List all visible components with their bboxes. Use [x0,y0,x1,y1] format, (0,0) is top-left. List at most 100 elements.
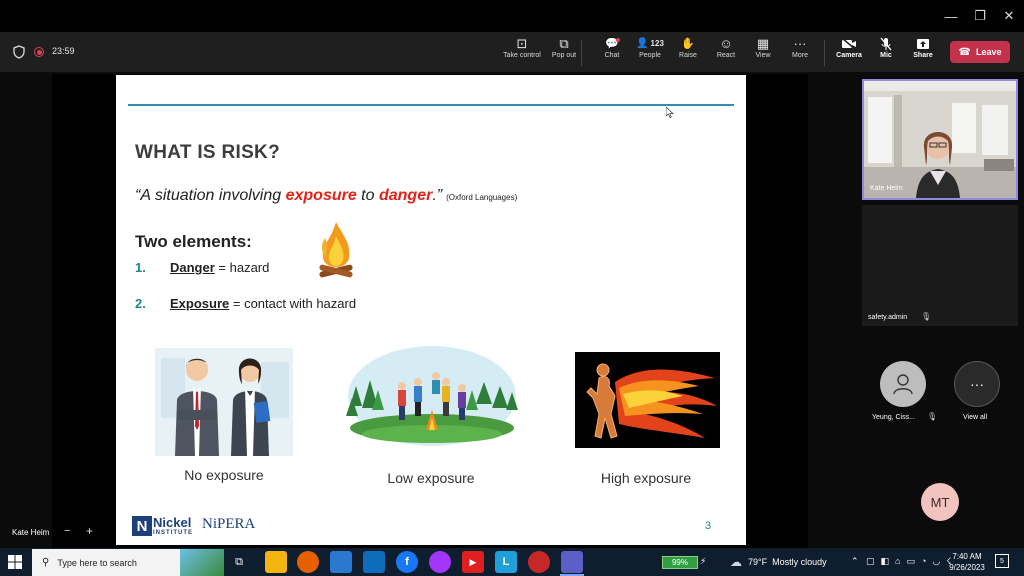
notification-count: 5 [1000,557,1004,565]
raise-hand-icon: ✋ [681,38,695,50]
nickel-institute-logo-icon: N [132,516,152,536]
person-icon [893,374,913,395]
mic-off-icon [880,35,892,52]
system-tray-icons[interactable]: ▢◧⌂▭◔◡☇ [866,556,957,567]
weather-widget[interactable]: 79°F Mostly cloudy [748,557,827,567]
battery-indicator[interactable]: 99% [662,556,698,569]
teams-icon[interactable] [561,551,583,573]
firefox-icon[interactable] [297,551,319,573]
term-exposure: Exposure [170,296,230,311]
minimize-icon[interactable]: — [941,6,961,26]
list-number: 2. [135,296,146,311]
chat-label: Chat [604,52,620,59]
messenger-icon[interactable] [429,551,451,573]
take-control-button[interactable]: ⊡ Take control [499,35,545,69]
slide-title: WHAT IS RISK? [135,142,280,163]
taskbar-search-box[interactable]: ⚲ Type here to search [32,549,224,576]
quote-source: (Oxford Languages) [446,193,518,202]
clock-date: 9/26/2023 [949,563,985,572]
presenter-tile-name: Kate Heim [870,185,903,192]
logo-institute-text: INSTITUTE [153,530,193,536]
red-app-icon[interactable] [528,551,550,573]
facebook-icon[interactable]: f [396,551,418,573]
definition-exposure: = contact with hazard [229,296,357,311]
task-view-icon[interactable]: ⧉ [228,551,250,573]
share-button[interactable]: Share [900,35,946,69]
business-people-image [155,348,293,456]
search-icon: ⚲ [42,557,50,568]
view-label: View [755,52,771,59]
zoom-in-button[interactable]: + [86,524,93,538]
more-icon: ··· [793,36,807,51]
pop-out-icon: ⧉ [559,35,569,51]
leave-button[interactable]: ☎ Leave [950,41,1010,63]
mic-muted-icon: 🎙 [927,412,938,421]
l-app-icon[interactable]: L [495,551,517,573]
raise-label: Raise [679,52,697,59]
windows-start-icon[interactable] [8,555,22,569]
meeting-timer: 23:59 [52,46,75,56]
stage-presenter-name: Kate Heim [12,528,50,537]
restore-icon[interactable]: ❐ [970,6,990,26]
chevron-up-icon[interactable]: ⌃ [851,556,859,567]
toolbar-divider [581,40,582,66]
quote-danger-word: danger [378,187,433,204]
quote-exposure-word: exposure [285,187,357,204]
zoom-out-button[interactable]: − [64,525,70,537]
participant-tile-name: safety.admin [868,314,908,321]
youtube-icon[interactable]: ▶ [462,551,484,573]
share-icon [916,35,930,52]
close-icon[interactable]: ✕ [999,6,1019,26]
caption-low-exposure: Low exposure [387,470,475,486]
clock-time: 7:40 AM [952,552,982,561]
file-explorer-icon[interactable] [265,551,287,573]
slide-page-number: 3 [705,520,712,532]
people-label: People [639,52,661,59]
window-titlebar [0,0,1024,32]
term-danger: Danger [170,260,215,275]
pop-out-label: Pop out [551,52,577,59]
caption-no-exposure: No exposure [184,467,264,483]
view-all-label[interactable]: View all [963,414,987,421]
notifications-icon[interactable]: 5 [995,554,1009,568]
mic-muted-icon: 🎙 [921,312,932,321]
two-elements-heading: Two elements: [135,232,252,251]
definition-danger: = hazard [214,260,270,275]
presenter-video-tile[interactable] [862,79,1018,200]
self-view-avatar[interactable]: MT [921,483,959,521]
logo-nickel-text: Nickel [153,515,192,530]
person-on-fire-image [575,352,720,448]
presentation-slide: WHAT IS RISK? “A situation involving exp… [116,75,746,545]
view-icon: ▦ [756,35,770,51]
store-icon[interactable] [330,551,352,573]
taskbar-clock[interactable]: 7:40 AM 9/26/2023 [948,551,986,573]
shield-icon [12,45,26,59]
caption-high-exposure: High exposure [600,470,692,486]
nickel-institute-logo: Nickel INSTITUTE [153,516,193,537]
participant-video-tile[interactable] [862,205,1018,326]
chat-unread-dot [616,38,620,42]
more-label: More [792,52,808,59]
take-control-icon: ⊡ [516,35,528,51]
charging-icon: ⚡ [700,556,707,566]
cloud-icon: ☁ [730,555,742,569]
participant-avatar[interactable] [880,361,926,407]
recording-icon [34,47,44,57]
risk-definition-quote: “A situation involving exposure to dange… [135,187,517,205]
camera-label: Camera [836,52,862,59]
campfire-illustration [311,218,361,286]
campfire-crowd-image [346,346,519,447]
list-item-exposure: Exposure = contact with hazard [170,296,356,311]
slide-top-rule [128,104,734,106]
mail-icon[interactable] [363,551,385,573]
camera-off-icon [841,35,857,52]
participant-name: Yeung, Ciss... [872,414,915,421]
quote-part: “A situation involving [135,187,286,204]
mic-label: Mic [880,52,892,59]
react-icon: ☺ [719,36,733,51]
view-all-more-icon[interactable]: ··· [954,361,1000,407]
more-button[interactable]: ··· More [777,35,823,69]
phone-hangup-icon: ☎ [958,46,971,58]
quote-part: to [356,187,379,204]
quote-part: .” [432,187,443,204]
